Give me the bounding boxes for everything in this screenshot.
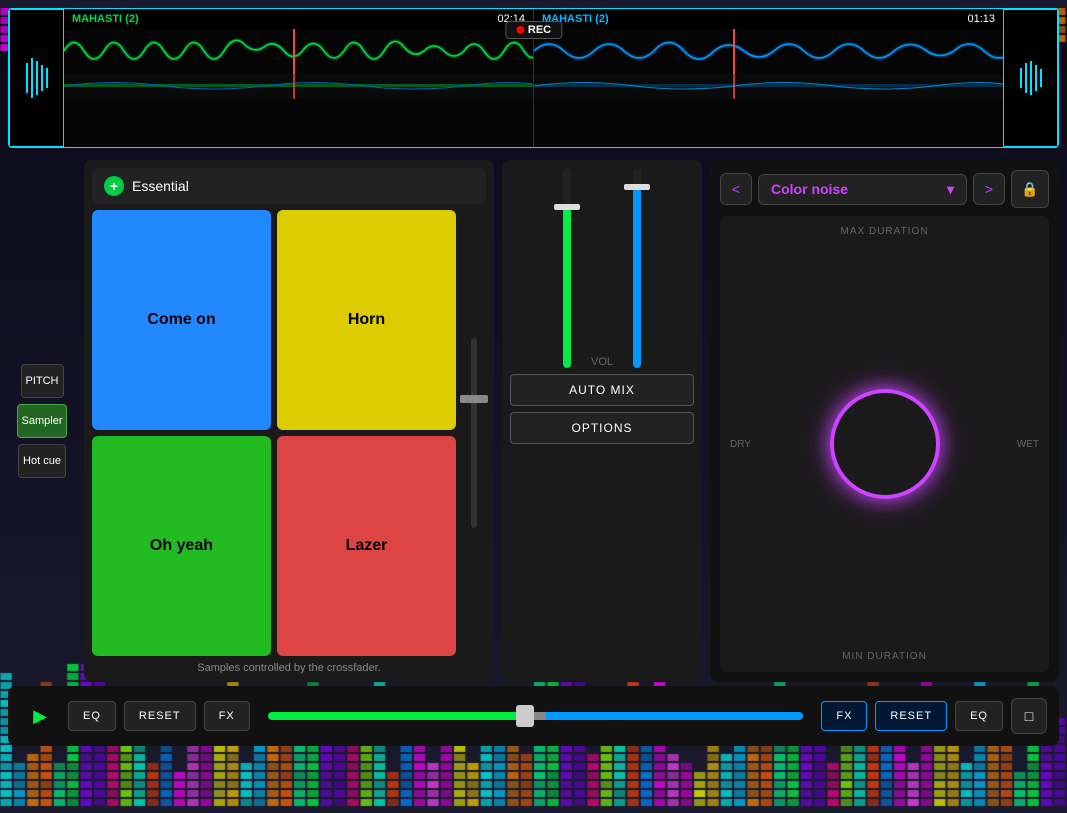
rec-dot: [516, 26, 524, 34]
eq-right-button[interactable]: EQ: [955, 701, 1003, 731]
hot-cue-button[interactable]: Hot cue: [18, 444, 66, 478]
fx-knob-area: MAX DURATION MIN DURATION DRY WET: [720, 216, 1049, 672]
fx-min-duration-label: MIN DURATION: [842, 651, 927, 662]
rec-button[interactable]: REC: [505, 21, 562, 39]
left-track: MAHASTI (2) 02:14: [64, 9, 534, 147]
fx-dry-label: DRY: [730, 439, 751, 450]
sampler-button[interactable]: Sampler: [17, 404, 68, 438]
vol-label: VOL: [591, 356, 613, 368]
crossfader-handle[interactable]: [516, 705, 534, 727]
fx-wet-label: WET: [1017, 439, 1039, 450]
right-track-info: MAHASTI (2) 01:13: [534, 9, 1003, 29]
left-fader[interactable]: [563, 168, 571, 368]
add-essential-icon: +: [104, 176, 124, 196]
fx-knob[interactable]: [830, 389, 940, 499]
left-waveform-icon[interactable]: [9, 9, 64, 147]
left-side-panel: PITCH Sampler Hot cue: [8, 160, 76, 682]
pitch-button[interactable]: PITCH: [21, 364, 64, 398]
fx-header: < Color noise ▾ > 🔒: [720, 170, 1049, 208]
mixer-panel: VOL AUTO MIX OPTIONS: [502, 160, 702, 682]
play-button-left[interactable]: ▶: [20, 696, 60, 736]
sampler-fader[interactable]: [462, 210, 486, 656]
reset-right-button[interactable]: RESET: [875, 701, 947, 731]
fx-effect-name: Color noise: [771, 181, 848, 197]
right-track: MAHASTI (2) 01:13: [534, 9, 1003, 147]
rec-label: REC: [528, 24, 551, 36]
square-button[interactable]: □: [1011, 698, 1047, 734]
right-overview-bar: [534, 74, 1003, 99]
left-track-name: MAHASTI (2): [72, 13, 139, 25]
sampler-panel: + Essential Come on Horn Oh yeah Lazer: [84, 160, 494, 682]
square-icon: □: [1025, 708, 1033, 724]
fx-lock-button[interactable]: 🔒: [1011, 170, 1049, 208]
fx-panel: < Color noise ▾ > 🔒 MAX DURATION MIN DUR…: [710, 160, 1059, 682]
fx-dropdown-arrow: ▾: [947, 181, 954, 198]
sample-grid: Come on Horn Oh yeah Lazer: [92, 210, 456, 656]
pad-come-on[interactable]: Come on: [92, 210, 271, 430]
pad-horn[interactable]: Horn: [277, 210, 456, 430]
fx-prev-button[interactable]: <: [720, 173, 752, 205]
auto-mix-button[interactable]: AUTO MIX: [510, 374, 694, 406]
fx-dropdown[interactable]: Color noise ▾: [758, 174, 967, 205]
right-waveform-area[interactable]: [534, 29, 1003, 147]
right-waveform-icon[interactable]: [1003, 9, 1058, 147]
crossfader[interactable]: [268, 712, 804, 720]
fx-right-button[interactable]: FX: [821, 701, 867, 731]
waveform-section: MAHASTI (2) 02:14: [8, 8, 1059, 148]
left-overview-bar: [64, 74, 533, 99]
options-button[interactable]: OPTIONS: [510, 412, 694, 444]
play-icon: ▶: [33, 706, 47, 727]
pad-oh-yeah[interactable]: Oh yeah: [92, 436, 271, 656]
essential-bar[interactable]: + Essential: [92, 168, 486, 204]
tracks-area: MAHASTI (2) 02:14: [64, 9, 1003, 147]
pad-lazer[interactable]: Lazer: [277, 436, 456, 656]
reset-left-button[interactable]: RESET: [124, 701, 196, 731]
sampler-info-text: Samples controlled by the crossfader.: [92, 662, 486, 674]
right-fader[interactable]: [633, 168, 641, 368]
fader-group: VOL: [563, 168, 641, 368]
lock-icon: 🔒: [1021, 181, 1038, 198]
fx-next-button[interactable]: >: [973, 173, 1005, 205]
left-waveform-area[interactable]: [64, 29, 533, 147]
left-track-info: MAHASTI (2) 02:14: [64, 9, 533, 29]
fx-left-button[interactable]: FX: [204, 701, 250, 731]
right-track-time: 01:13: [967, 13, 995, 25]
eq-left-button[interactable]: EQ: [68, 701, 116, 731]
transport-bar: ▶ EQ RESET FX FX RESET EQ □: [8, 686, 1059, 746]
essential-label: Essential: [132, 178, 189, 194]
fx-max-duration-label: MAX DURATION: [841, 226, 929, 237]
